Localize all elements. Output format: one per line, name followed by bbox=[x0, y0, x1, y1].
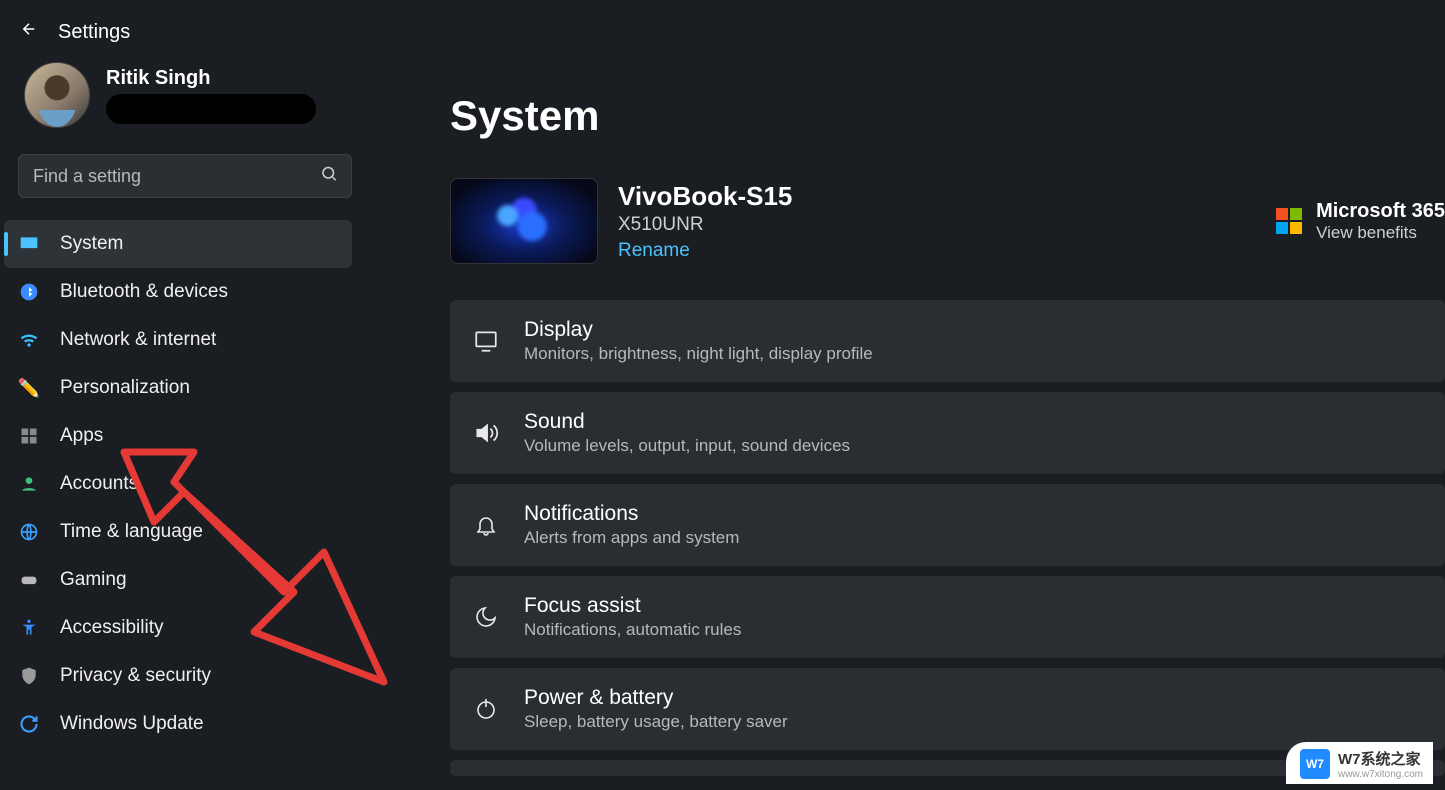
sidebar-item-label: Apps bbox=[60, 425, 103, 447]
sidebar-item-label: Bluetooth & devices bbox=[60, 281, 228, 303]
sidebar-item-apps[interactable]: Apps bbox=[4, 412, 352, 460]
ms365-card[interactable]: Microsoft 365 View benefits bbox=[1276, 200, 1445, 243]
moon-icon bbox=[472, 605, 500, 629]
grid-icon bbox=[18, 425, 40, 447]
sidebar: Ritik Singh System Bluetooth & devices bbox=[0, 44, 370, 784]
ms365-title: Microsoft 365 bbox=[1316, 200, 1445, 223]
back-button[interactable] bbox=[20, 20, 38, 44]
sidebar-item-label: Personalization bbox=[60, 377, 190, 399]
sidebar-item-privacy[interactable]: Privacy & security bbox=[4, 652, 352, 700]
sidebar-item-time-language[interactable]: Time & language bbox=[4, 508, 352, 556]
bell-icon bbox=[472, 513, 500, 537]
device-thumbnail bbox=[450, 178, 598, 264]
sidebar-item-label: Time & language bbox=[60, 521, 203, 543]
profile-block[interactable]: Ritik Singh bbox=[18, 62, 352, 128]
sidebar-item-accounts[interactable]: Accounts bbox=[4, 460, 352, 508]
sidebar-item-label: Privacy & security bbox=[60, 665, 211, 687]
wifi-icon bbox=[18, 329, 40, 351]
refresh-icon bbox=[18, 713, 40, 735]
avatar bbox=[24, 62, 90, 128]
power-icon bbox=[472, 697, 500, 721]
tile-title: Notifications bbox=[524, 502, 739, 526]
display-icon bbox=[472, 328, 500, 354]
main-content: System VivoBook-S15 X510UNR Rename Micro… bbox=[370, 44, 1445, 784]
sidebar-item-windows-update[interactable]: Windows Update bbox=[4, 700, 352, 748]
watermark-line2: www.w7xitong.com bbox=[1338, 769, 1423, 780]
tile-title: Display bbox=[524, 318, 873, 342]
tile-title: Sound bbox=[524, 410, 850, 434]
sound-icon bbox=[472, 420, 500, 446]
window-title: Settings bbox=[58, 21, 130, 44]
watermark: W7 W7系统之家 www.w7xitong.com bbox=[1286, 742, 1433, 784]
gamepad-icon bbox=[18, 569, 40, 591]
sidebar-item-system[interactable]: System bbox=[4, 220, 352, 268]
sidebar-item-bluetooth[interactable]: Bluetooth & devices bbox=[4, 268, 352, 316]
search-icon bbox=[320, 165, 338, 188]
tile-focus-assist[interactable]: Focus assist Notifications, automatic ru… bbox=[450, 576, 1445, 658]
globe-icon bbox=[18, 521, 40, 543]
tile-subtitle: Notifications, automatic rules bbox=[524, 620, 741, 640]
sidebar-item-label: System bbox=[60, 233, 123, 255]
sidebar-item-label: Windows Update bbox=[60, 713, 204, 735]
shield-icon bbox=[18, 665, 40, 687]
search-input[interactable] bbox=[18, 154, 352, 198]
rename-link[interactable]: Rename bbox=[618, 240, 792, 262]
tile-subtitle: Sleep, battery usage, battery saver bbox=[524, 712, 788, 732]
tile-power-battery[interactable]: Power & battery Sleep, battery usage, ba… bbox=[450, 668, 1445, 750]
profile-email-redacted bbox=[106, 94, 316, 124]
sidebar-item-accessibility[interactable]: Accessibility bbox=[4, 604, 352, 652]
tile-display[interactable]: Display Monitors, brightness, night ligh… bbox=[450, 300, 1445, 382]
ms365-link: View benefits bbox=[1316, 223, 1445, 243]
sidebar-item-network[interactable]: Network & internet bbox=[4, 316, 352, 364]
person-icon bbox=[18, 473, 40, 495]
tile-title: Power & battery bbox=[524, 686, 788, 710]
tile-sound[interactable]: Sound Volume levels, output, input, soun… bbox=[450, 392, 1445, 474]
brush-icon: ✏️ bbox=[18, 377, 40, 399]
device-model: X510UNR bbox=[618, 214, 792, 236]
tile-notifications[interactable]: Notifications Alerts from apps and syste… bbox=[450, 484, 1445, 566]
watermark-line1: W7系统之家 bbox=[1338, 748, 1423, 769]
tile-title: Focus assist bbox=[524, 594, 741, 618]
profile-name: Ritik Singh bbox=[106, 67, 352, 90]
tile-subtitle: Monitors, brightness, night light, displ… bbox=[524, 344, 873, 364]
device-name: VivoBook-S15 bbox=[618, 181, 792, 212]
sidebar-item-personalization[interactable]: ✏️ Personalization bbox=[4, 364, 352, 412]
sidebar-item-gaming[interactable]: Gaming bbox=[4, 556, 352, 604]
sidebar-item-label: Gaming bbox=[60, 569, 127, 591]
sidebar-item-label: Accounts bbox=[60, 473, 138, 495]
sidebar-item-label: Network & internet bbox=[60, 329, 216, 351]
tile-subtitle: Alerts from apps and system bbox=[524, 528, 739, 548]
microsoft-logo-icon bbox=[1276, 208, 1302, 234]
watermark-badge: W7 bbox=[1300, 749, 1330, 779]
sidebar-item-label: Accessibility bbox=[60, 617, 163, 639]
monitor-icon bbox=[18, 233, 40, 255]
accessibility-icon bbox=[18, 617, 40, 639]
page-title: System bbox=[450, 92, 1445, 140]
bluetooth-icon bbox=[18, 281, 40, 303]
tile-subtitle: Volume levels, output, input, sound devi… bbox=[524, 436, 850, 456]
